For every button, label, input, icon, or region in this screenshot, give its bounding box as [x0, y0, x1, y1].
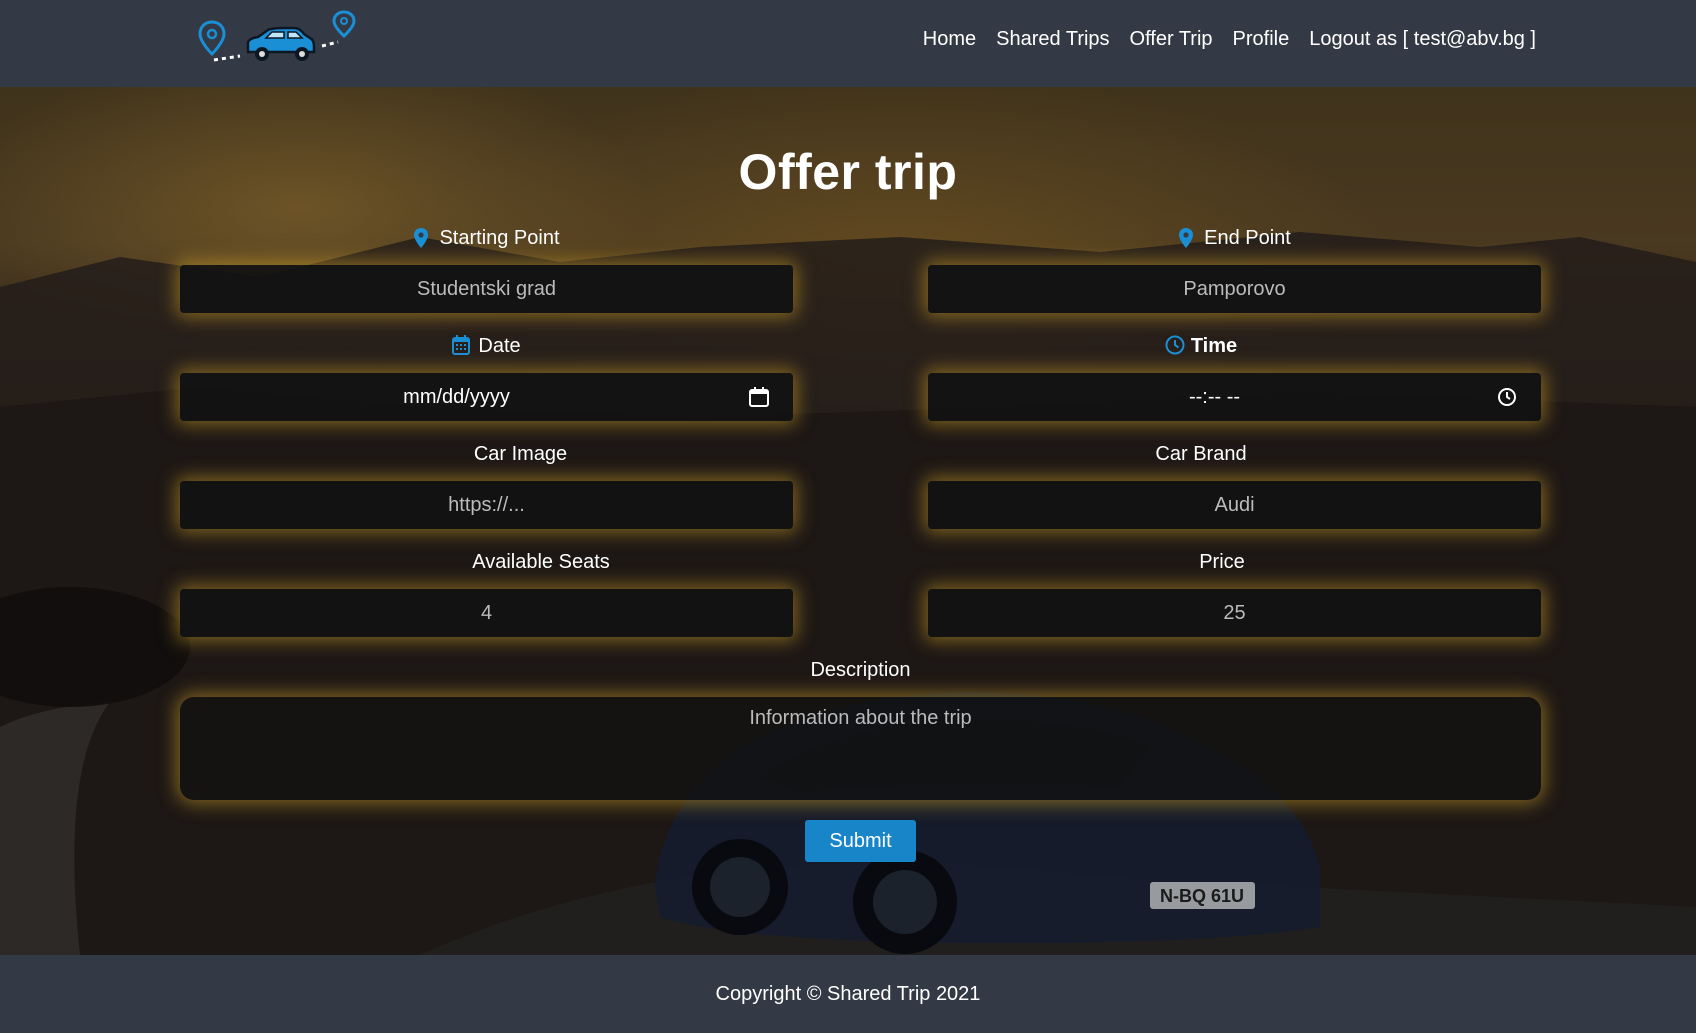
- car-brand-label-text: Car Brand: [1155, 442, 1247, 465]
- car-image-label-text: Car Image: [473, 442, 568, 465]
- available-seats-input[interactable]: 4: [180, 589, 793, 637]
- end-point-label-text: End Point: [1204, 226, 1291, 249]
- clock-picker-icon[interactable]: [1495, 385, 1519, 409]
- available-seats-label: Available Seats: [180, 549, 902, 575]
- copyright-text: Copyright © Shared Trip 2021: [715, 982, 981, 1005]
- car-brand-input[interactable]: Audi: [928, 481, 1541, 529]
- map-pin-icon: [332, 10, 356, 39]
- footer: Copyright © Shared Trip 2021: [0, 955, 1696, 1033]
- date-label: Date: [180, 333, 793, 359]
- offer-trip-section: N-BQ 61U Offer trip Starting Point Stude…: [0, 87, 1696, 955]
- car-image-label: Car Image: [180, 441, 861, 467]
- end-point-placeholder: Pamporovo: [1183, 277, 1286, 300]
- nav-home[interactable]: Home: [923, 28, 976, 51]
- nav-profile[interactable]: Profile: [1233, 28, 1290, 51]
- description-textarea[interactable]: Information about the trip: [180, 697, 1541, 800]
- map-marker-icon: [1178, 227, 1198, 249]
- time-label-text: Time: [1190, 334, 1238, 357]
- car-image-placeholder: https://...: [448, 493, 525, 516]
- available-seats-placeholder: 4: [480, 601, 493, 624]
- nav-logout[interactable]: Logout as [ test@abv.bg ]: [1309, 28, 1536, 51]
- page-title: Offer trip: [738, 144, 958, 200]
- starting-point-label: Starting Point: [180, 225, 793, 251]
- site-logo[interactable]: [196, 8, 356, 68]
- end-point-label: End Point: [928, 225, 1541, 251]
- nav-shared-trips[interactable]: Shared Trips: [996, 28, 1109, 51]
- car-brand-label: Car Brand: [928, 441, 1474, 467]
- car-image-input[interactable]: https://...: [180, 481, 793, 529]
- available-seats-label-text: Available Seats: [472, 550, 610, 573]
- time-label: Time: [928, 333, 1474, 359]
- date-input[interactable]: mm/dd/yyyy: [180, 373, 793, 421]
- top-navbar: Home Shared Trips Offer Trip Profile Log…: [0, 0, 1696, 87]
- description-label: Description: [0, 657, 1696, 683]
- clock-icon: [1165, 335, 1185, 357]
- calendar-picker-icon[interactable]: [747, 385, 771, 409]
- date-label-text: Date: [478, 334, 521, 357]
- time-input[interactable]: --:-- --: [928, 373, 1541, 421]
- price-label: Price: [928, 549, 1516, 575]
- price-input[interactable]: 25: [928, 589, 1541, 637]
- end-point-input[interactable]: Pamporovo: [928, 265, 1541, 313]
- starting-point-placeholder: Studentski grad: [417, 277, 556, 300]
- price-placeholder: 25: [1223, 601, 1246, 624]
- calendar-icon: [452, 335, 472, 357]
- description-label-text: Description: [810, 658, 911, 681]
- submit-button[interactable]: Submit: [805, 820, 916, 862]
- time-value: --:-- --: [1188, 385, 1241, 408]
- main-nav: Home Shared Trips Offer Trip Profile Log…: [923, 28, 1536, 51]
- starting-point-label-text: Starting Point: [439, 226, 560, 249]
- starting-point-input[interactable]: Studentski grad: [180, 265, 793, 313]
- map-marker-icon: [413, 227, 433, 249]
- description-placeholder: Information about the trip: [749, 707, 972, 729]
- date-value: mm/dd/yyyy: [403, 385, 510, 408]
- car-brand-placeholder: Audi: [1214, 493, 1255, 516]
- car-icon: [246, 26, 316, 61]
- nav-offer-trip[interactable]: Offer Trip: [1130, 28, 1213, 51]
- map-pin-icon: [198, 20, 226, 57]
- price-label-text: Price: [1199, 550, 1245, 573]
